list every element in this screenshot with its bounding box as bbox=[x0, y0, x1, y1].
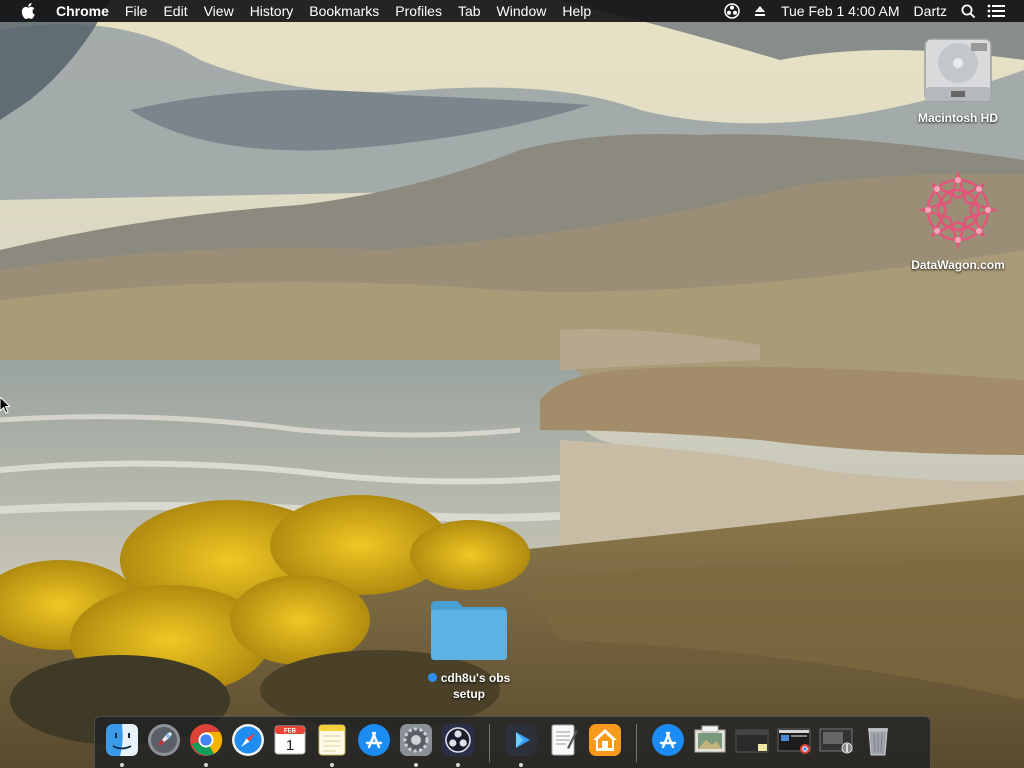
menu-bar: Chrome File Edit View History Bookmarks … bbox=[0, 0, 1024, 22]
menu-file[interactable]: File bbox=[117, 0, 156, 22]
trash-icon bbox=[868, 727, 888, 755]
menu-edit[interactable]: Edit bbox=[155, 0, 195, 22]
running-indicator bbox=[120, 762, 124, 767]
obs-status-icon[interactable] bbox=[723, 0, 741, 22]
dock-notes[interactable] bbox=[314, 722, 350, 767]
dock-home[interactable] bbox=[587, 722, 623, 758]
desktop-icon-datawagon[interactable]: DataWagon.com bbox=[900, 168, 1016, 272]
window-thumbnail-icon bbox=[777, 728, 811, 754]
notification-center-icon[interactable] bbox=[987, 0, 1005, 22]
dock-launchpad[interactable] bbox=[146, 722, 182, 758]
calendar-day-text: 1 bbox=[286, 737, 294, 754]
dock-app-store-download[interactable] bbox=[650, 722, 686, 758]
datawagon-logo-icon bbox=[917, 169, 999, 251]
menu-user-name[interactable]: Dartz bbox=[907, 0, 954, 22]
window-thumbnail-icon bbox=[819, 728, 853, 753]
desktop-folder-obs-setup[interactable]: cdh8u's obs setup bbox=[414, 598, 524, 702]
safari-compass-icon bbox=[232, 723, 264, 756]
app-store-icon bbox=[358, 723, 390, 756]
dock-chrome[interactable] bbox=[188, 722, 224, 767]
photo-preview-icon bbox=[694, 725, 726, 752]
dock-separator bbox=[489, 723, 490, 762]
calendar-month-text: FEB bbox=[284, 728, 297, 734]
home-icon bbox=[589, 723, 621, 756]
chrome-icon bbox=[190, 723, 223, 756]
running-indicator bbox=[456, 762, 460, 767]
dock-app-store[interactable] bbox=[356, 722, 392, 758]
eject-icon[interactable] bbox=[751, 0, 769, 22]
dock-finder[interactable] bbox=[104, 722, 140, 767]
dock: FEB 1 bbox=[94, 716, 931, 768]
menu-clock[interactable]: Tue Feb 1 4:00 AM bbox=[774, 0, 907, 22]
menu-history[interactable]: History bbox=[242, 0, 302, 22]
dock-safari[interactable] bbox=[230, 722, 266, 758]
spotlight-search-icon[interactable] bbox=[959, 0, 977, 22]
desktop-icon-label: Macintosh HD bbox=[917, 111, 998, 125]
dock-minimized-window-3[interactable] bbox=[818, 722, 854, 758]
dock-minimized-window-2[interactable] bbox=[776, 722, 812, 758]
window-thumbnail-icon bbox=[735, 729, 769, 752]
mouse-pointer-icon bbox=[0, 396, 12, 420]
menu-help[interactable]: Help bbox=[554, 0, 599, 22]
menu-app-chrome[interactable]: Chrome bbox=[48, 0, 117, 22]
desktop-icon-label: DataWagon.com bbox=[911, 258, 1005, 272]
menu-bookmarks[interactable]: Bookmarks bbox=[301, 0, 387, 22]
folder-tag-icon bbox=[427, 673, 437, 682]
dock-trash[interactable] bbox=[860, 722, 896, 758]
running-indicator bbox=[519, 762, 523, 767]
notes-icon bbox=[318, 724, 346, 755]
finder-icon bbox=[106, 723, 138, 756]
dock-minimized-window-1[interactable] bbox=[734, 722, 770, 758]
running-indicator bbox=[414, 762, 418, 767]
document-icon bbox=[551, 724, 578, 755]
app-store-icon bbox=[652, 723, 684, 756]
launchpad-rocket-icon bbox=[148, 723, 180, 756]
folder-icon bbox=[431, 601, 507, 660]
menu-bar-status-area: Tue Feb 1 4:00 AM Dartz bbox=[718, 0, 1024, 22]
menu-tab[interactable]: Tab bbox=[450, 0, 489, 22]
dock-preview[interactable] bbox=[692, 722, 728, 758]
hard-drive-icon bbox=[924, 38, 992, 102]
calendar-icon: FEB 1 bbox=[274, 725, 306, 754]
desktop-icon-macintosh-hd[interactable]: Macintosh HD bbox=[908, 33, 1008, 125]
menu-view[interactable]: View bbox=[196, 0, 242, 22]
dock-system-preferences[interactable] bbox=[398, 722, 434, 767]
gear-icon bbox=[400, 723, 432, 756]
obs-icon bbox=[442, 723, 474, 756]
folder-label-line1: cdh8u's obs bbox=[440, 671, 511, 685]
menu-profiles[interactable]: Profiles bbox=[387, 0, 450, 22]
menu-window[interactable]: Window bbox=[489, 0, 555, 22]
folder-label-line2: setup bbox=[452, 687, 485, 701]
dock-calendar[interactable]: FEB 1 bbox=[272, 722, 308, 758]
dock-video-player[interactable] bbox=[503, 722, 539, 767]
dock-obs[interactable] bbox=[440, 722, 476, 767]
apple-menu-icon[interactable] bbox=[18, 0, 38, 22]
running-indicator bbox=[204, 762, 208, 767]
dock-textedit[interactable] bbox=[545, 722, 581, 758]
dock-separator bbox=[636, 723, 637, 762]
running-indicator bbox=[330, 762, 334, 767]
play-icon bbox=[505, 723, 537, 756]
